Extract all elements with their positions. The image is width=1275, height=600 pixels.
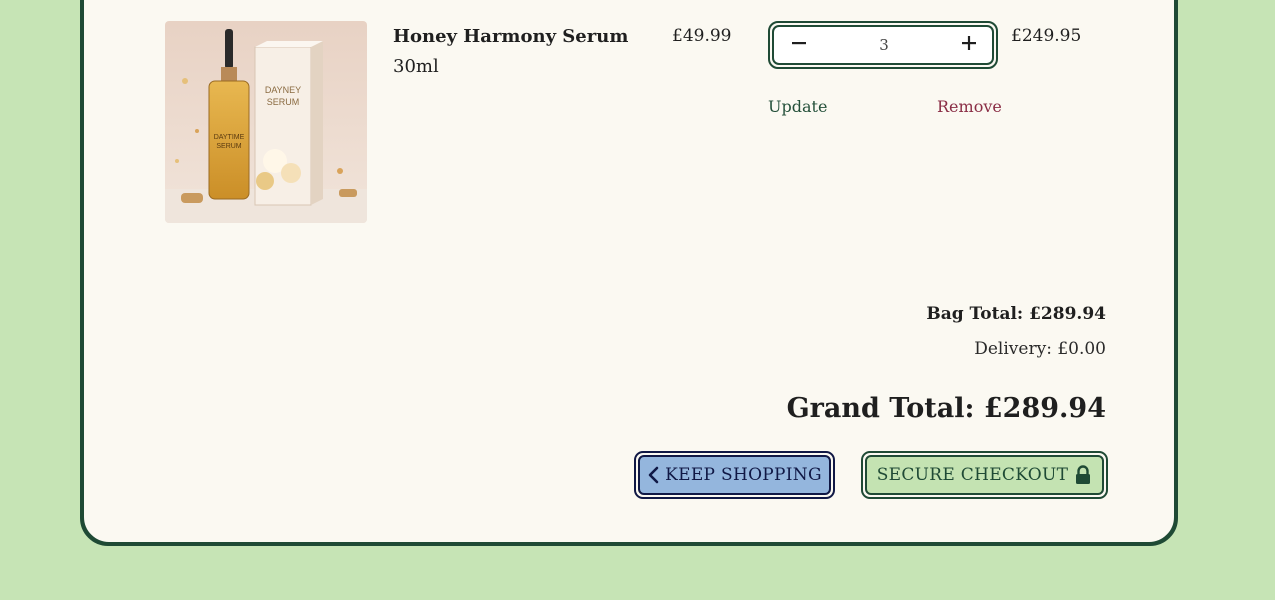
box-label-top: DAYNEY xyxy=(265,85,301,95)
line-subtotal: £249.95 xyxy=(1011,26,1082,46)
product-price: £49.99 xyxy=(672,26,732,46)
cart-card: DAYNEY SERUM DAYTIME SERUM Honey Harmony… xyxy=(80,0,1178,546)
bottle-label-bottom: SERUM xyxy=(216,143,241,150)
secure-checkout-label: SECURE CHECKOUT xyxy=(876,465,1069,485)
box-label-bottom: SERUM xyxy=(267,97,300,107)
update-link[interactable]: Update xyxy=(768,97,827,116)
product-image-graphic: DAYNEY SERUM DAYTIME SERUM xyxy=(165,21,367,223)
cart-card-body: DAYNEY SERUM DAYTIME SERUM Honey Harmony… xyxy=(84,0,1174,542)
secure-checkout-button-face: SECURE CHECKOUT xyxy=(865,455,1104,495)
chevron-left-icon xyxy=(647,466,661,484)
increment-button[interactable] xyxy=(958,34,980,57)
minus-icon xyxy=(792,41,806,44)
quantity-stepper-body: 3 xyxy=(772,25,994,65)
plus-icon xyxy=(961,35,976,50)
bag-total: Bag Total: £289.94 xyxy=(926,304,1106,324)
product-size: 30ml xyxy=(393,56,439,77)
keep-shopping-button-face: KEEP SHOPPING xyxy=(638,455,831,495)
bottle-label-top: DAYTIME xyxy=(214,134,245,141)
quantity-stepper: 3 xyxy=(768,21,998,69)
product-name[interactable]: Honey Harmony Serum xyxy=(393,26,628,47)
lock-icon xyxy=(1074,465,1092,485)
grand-total: Grand Total: £289.94 xyxy=(786,393,1106,424)
decrement-button[interactable] xyxy=(788,34,810,57)
keep-shopping-button[interactable]: KEEP SHOPPING xyxy=(634,451,835,499)
quantity-input[interactable]: 3 xyxy=(879,36,889,54)
remove-link[interactable]: Remove xyxy=(937,97,1002,116)
delivery-cost: Delivery: £0.00 xyxy=(974,339,1106,359)
keep-shopping-label: KEEP SHOPPING xyxy=(665,465,822,485)
secure-checkout-button[interactable]: SECURE CHECKOUT xyxy=(861,451,1108,499)
product-image[interactable]: DAYNEY SERUM DAYTIME SERUM xyxy=(165,21,367,223)
